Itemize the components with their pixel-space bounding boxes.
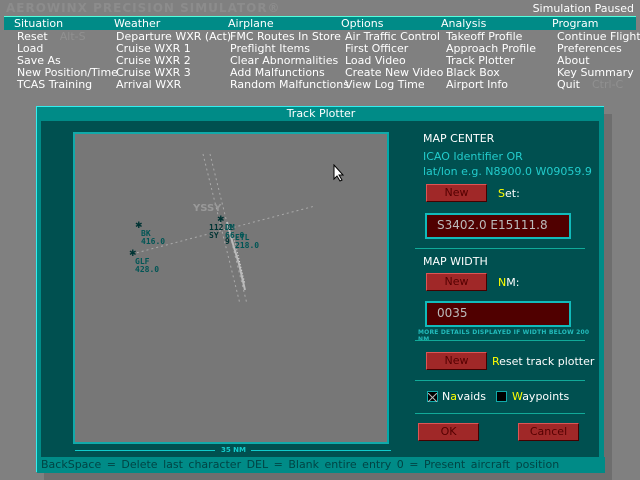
divider	[415, 340, 585, 341]
navaid-glf: GLF 428.0	[135, 257, 160, 274]
scale-label: 35 NM	[221, 446, 247, 454]
dialog-title: Track Plotter	[286, 107, 356, 120]
map-scale-bar: 35 NM	[75, 446, 391, 455]
menu-item[interactable]: Arrival WXR	[116, 79, 231, 91]
menu-item[interactable]: View Log Time	[345, 79, 443, 91]
menu-airplane[interactable]: Airplane	[228, 17, 274, 30]
menu-analysis[interactable]: Analysis	[441, 17, 486, 30]
navaids-label: Navaids	[442, 390, 487, 403]
set-label: Set:	[498, 187, 520, 200]
airport-label: YSSY	[193, 203, 222, 214]
map-width-heading: MAP WIDTH	[423, 255, 488, 268]
divider	[415, 380, 585, 381]
menu-program[interactable]: Program	[552, 17, 598, 30]
map-center-hint: ICAO Identifier OR	[423, 150, 523, 163]
map-center-new-button[interactable]: New	[426, 184, 487, 202]
shortcut-hint: Alt-S	[59, 30, 86, 43]
map-center-hint: lat/lon e.g. N8900.0 W09059.9	[423, 165, 592, 178]
menu-bar: Situation Weather Airplane Options Analy…	[4, 16, 636, 30]
menu-item[interactable]: Random Malfunctions	[230, 79, 349, 91]
navaids-checkbox[interactable]	[427, 391, 438, 403]
cancel-button[interactable]: Cancel	[518, 423, 579, 441]
dialog-body: YSSY ✱ BK 416.0 ✱ GLF 428.0 ✱ 112.1 SY DM 66…	[41, 121, 599, 457]
simulation-status: Simulation Paused	[532, 2, 634, 15]
waypoints-label: Waypoints	[512, 390, 570, 403]
menu-item-quit[interactable]: Quit	[557, 78, 580, 91]
x-check-icon	[427, 392, 438, 403]
reset-track-label: Reset track plotter	[492, 355, 595, 368]
menu-options[interactable]: Options	[341, 17, 383, 30]
mouse-cursor-icon	[333, 164, 345, 182]
map-width-new-button[interactable]: New	[426, 273, 487, 291]
map-center-input[interactable]: S3402.0 E15111.8	[425, 213, 571, 239]
map-center-heading: MAP CENTER	[423, 132, 495, 145]
divider	[415, 413, 585, 414]
menu-situation[interactable]: Situation	[14, 17, 63, 30]
menu-item[interactable]: Airport Info	[446, 79, 536, 91]
navaid-9: 9	[225, 237, 230, 246]
shortcut-hint: Ctrl-C	[592, 78, 624, 91]
analysis-items: Takeoff Profile Approach Profile Track P…	[446, 31, 536, 91]
program-items: Continue Flight Preferences About Key Su…	[557, 31, 640, 91]
options-items: Air Traffic Control First Officer Load V…	[345, 31, 443, 91]
navaid-bk: BK 416.0	[141, 229, 166, 246]
waypoints-checkbox[interactable]	[496, 391, 507, 402]
app-brand-logo: AEROWINX PRECISION SIMULATOR®	[6, 1, 281, 15]
weather-items: Departure WXR (Act) Cruise WXR 1 Cruise …	[116, 31, 231, 91]
menu-item-tcas-training[interactable]: TCAS Training	[17, 79, 118, 91]
navaid-etl: ETL 218.0	[235, 233, 260, 250]
divider	[415, 248, 585, 249]
ok-button[interactable]: OK	[418, 423, 479, 441]
reset-new-button[interactable]: New	[426, 352, 487, 370]
map-width-input[interactable]: 0035	[425, 301, 571, 327]
help-status-bar: BackSpace = Delete last character DEL = …	[37, 457, 605, 473]
situation-items: Reset Alt-S Load Save As New Position/Tim…	[17, 31, 118, 91]
airplane-items: FMC Routes In Store Preflight Items Clea…	[230, 31, 349, 91]
track-plotter-dialog: Track Plotter YSSY ✱ BK 416.0 ✱ GLF 428.0 …	[36, 106, 605, 473]
menu-weather[interactable]: Weather	[114, 17, 160, 30]
nm-label: NM:	[498, 276, 520, 289]
